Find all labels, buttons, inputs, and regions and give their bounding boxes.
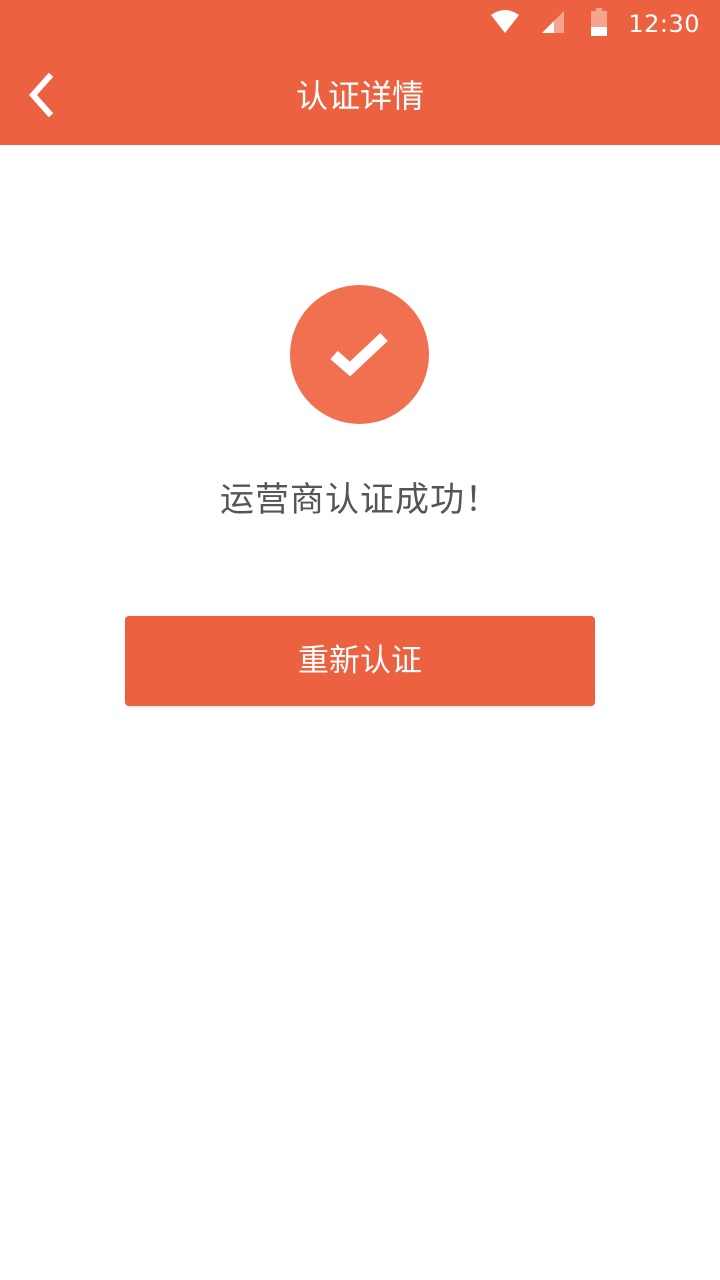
cell-signal-icon [540,9,566,39]
app-bar: 认证详情 [0,48,720,145]
success-message: 运营商认证成功！ [220,480,500,520]
battery-icon [590,8,608,40]
status-icons: 12:30 [490,0,700,48]
checkmark-icon [329,332,388,376]
check-circle-icon [290,285,429,424]
page-title: 认证详情 [295,77,424,115]
reauthenticate-button[interactable]: 重新认证 [125,616,595,706]
status-time: 12:30 [628,10,700,38]
status-bar: 12:30 [0,0,720,48]
wifi-icon [490,9,520,39]
